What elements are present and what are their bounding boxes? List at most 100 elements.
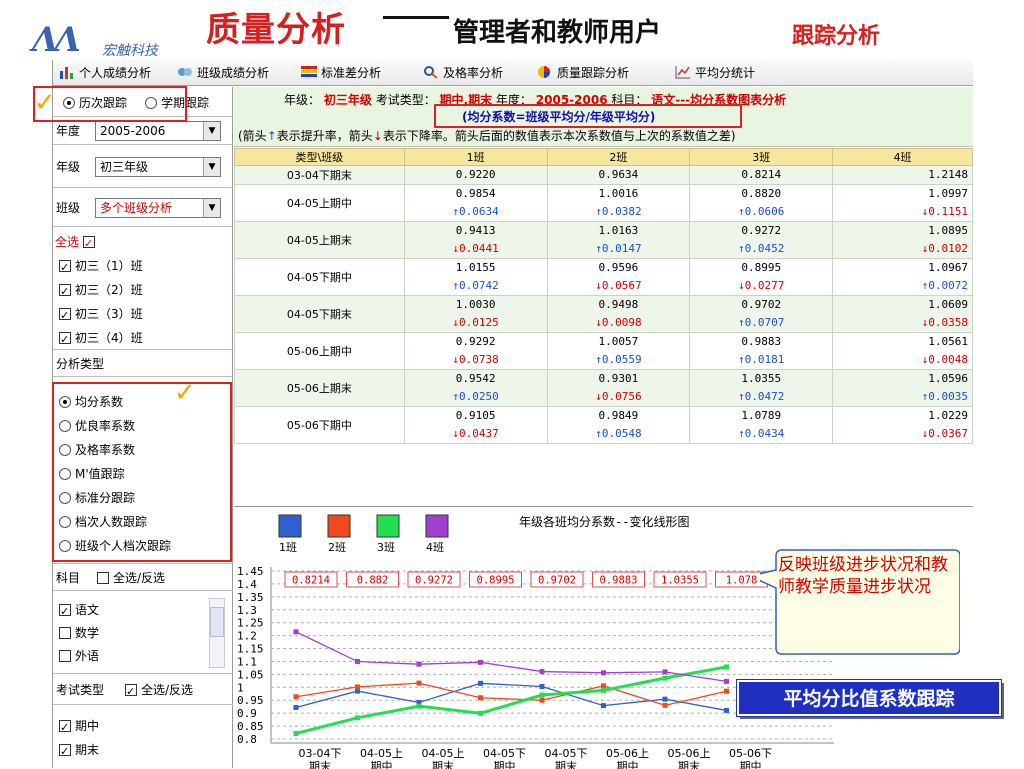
radio-term-track[interactable]: 学期跟踪 — [145, 93, 209, 113]
data-point — [416, 680, 422, 686]
radio-mean-coefficient[interactable]: 均分系数 — [59, 392, 123, 412]
year-select[interactable]: 2005-2006 ▼ — [95, 121, 221, 141]
table-row: 03-04下期末 0.9220 0.9634 0.8214 1.2148 — [234, 165, 973, 185]
legend-swatch — [376, 514, 400, 538]
subject-prefix: 科目： — [611, 93, 648, 107]
radio-standard-score[interactable]: 标准分跟踪 — [59, 488, 135, 508]
increase-value: ↑0.0559 — [595, 353, 642, 366]
grade-select[interactable]: 初三年级 ▼ — [95, 157, 221, 177]
data-point — [662, 669, 668, 675]
radio-pass-rate[interactable]: 及格率系数 — [59, 440, 135, 460]
checkmark-icon: ✓ — [174, 378, 196, 408]
class-checkbox-1[interactable]: 初三（1）班 — [59, 256, 143, 278]
analysis-type-radios: 均分系数 优良率系数 及格率系数 M'值跟踪 标准分跟踪 档次人数跟踪 班级个人… — [53, 378, 233, 564]
decrease-value: ↓0.0437 — [452, 427, 499, 440]
data-point — [601, 703, 606, 709]
data-point — [293, 629, 299, 635]
grade-value: 初三年级 — [100, 160, 149, 174]
table-cell: 0.9596 ↓0.0567 — [546, 258, 691, 296]
table-cell: 1.0229 ↓0.0367 — [832, 406, 973, 444]
class-checkbox-4[interactable]: 初三（4）班 — [59, 328, 143, 350]
coefficient-value: 0.9498 — [598, 298, 639, 311]
coefficient-value: 0.9301 — [598, 372, 639, 385]
slide-subtitle: 管理者和教师用户 — [453, 18, 662, 48]
checkbox — [59, 330, 71, 350]
group-icon — [177, 65, 193, 79]
table-cell: 0.9883 ↑0.0181 — [689, 332, 834, 370]
decrease-value: ↓0.0367 — [921, 427, 968, 440]
select-all-classes[interactable]: 全选 — [55, 232, 99, 254]
radio-dot — [63, 97, 75, 109]
subject-checkbox-chinese[interactable]: 语文 — [59, 600, 100, 622]
radio-class-individual-level[interactable]: 班级个人档次跟踪 — [59, 536, 171, 556]
data-point — [478, 695, 483, 701]
arrow-legend: (箭头↑表示提升率，箭头↓表示下降率。箭头后面的数值表示本次系数值与上次的系数值… — [238, 127, 736, 144]
radio-level-count[interactable]: 档次人数跟踪 — [59, 512, 147, 532]
exam-checkbox-final[interactable]: 期末 — [59, 740, 100, 762]
title-dash — [383, 16, 449, 19]
exam-prefix: 考试类型： — [375, 93, 436, 107]
tab-pass-rate[interactable]: 及格率分析 — [423, 64, 503, 82]
table-cell: 1.0355 ↑0.0472 — [689, 369, 834, 407]
subject-scrollbar[interactable] — [209, 598, 225, 668]
coefficient-value: 0.9854 — [455, 187, 496, 200]
class-checkbox-3[interactable]: 初三（3）班 — [59, 304, 143, 326]
radio-m-value[interactable]: M'值跟踪 — [59, 464, 125, 484]
exam-checkbox-midterm[interactable]: 期中 — [59, 716, 99, 738]
tab-label: 平均分统计 — [695, 66, 756, 80]
data-point — [539, 669, 545, 675]
radio-dot — [59, 444, 71, 456]
coefficient-value: 1.0057 — [598, 335, 639, 348]
checkbox-label: 期末 — [75, 743, 100, 757]
formula-text: (均分系数=班级平均分/年级平均分) — [462, 110, 656, 124]
coefficient-value: 0.9292 — [455, 335, 496, 348]
y-tick-label: 0.95 — [237, 694, 264, 707]
tab-class-score[interactable]: 班级成绩分析 — [177, 64, 269, 82]
tab-label: 及格率分析 — [443, 66, 504, 80]
radio-label: 班级个人档次跟踪 — [75, 539, 172, 553]
subject-toggle-all[interactable]: 全选/反选 — [97, 568, 165, 588]
subject-checkbox-math[interactable]: 数学 — [59, 623, 99, 643]
subject-label: 科目 — [56, 571, 81, 585]
checkbox — [125, 682, 137, 702]
x-tick-label: 05-06下 — [729, 747, 772, 760]
class-checkbox-2[interactable]: 初三（2）班 — [59, 280, 143, 302]
subject-checkbox-english[interactable]: 外语 — [59, 646, 99, 666]
exam-type-toggle-all[interactable]: 全选/反选 — [125, 680, 194, 702]
radio-excellent-rate[interactable]: 优良率系数 — [59, 416, 135, 436]
table-cell: 1.0561 ↓0.0048 — [832, 332, 973, 370]
checkbox — [59, 742, 71, 762]
y-tick-label: 1 — [237, 681, 244, 694]
x-tick-label: 04-05上 — [360, 747, 403, 760]
checkbox-label: 全选/反选 — [141, 683, 194, 697]
tab-average-stats[interactable]: 平均分统计 — [675, 64, 755, 82]
class-select[interactable]: 多个班级分析 ▼ — [95, 198, 221, 218]
chevron-down-icon: ▼ — [203, 122, 220, 140]
radio-dot — [145, 97, 157, 109]
checkbox-label: 语文 — [75, 603, 100, 617]
coefficient-value: 0.8214 — [741, 168, 782, 181]
increase-value: ↑0.0606 — [738, 205, 785, 218]
table-row: 04-05下期末 1.0030 ↓0.0125 0.9498 ↓0.0098 0.9702… — [234, 295, 973, 333]
radio-history-track[interactable]: 历次跟踪 — [63, 93, 127, 113]
y-tick-label: 1.35 — [237, 591, 264, 604]
table-cell: 0.8995 ↓0.0277 — [689, 258, 834, 296]
table-cell: 1.0163 ↑0.0147 — [546, 221, 691, 259]
tab-personal-score[interactable]: 个人成绩分析 — [59, 64, 151, 82]
tab-quality-track[interactable]: 质量跟踪分析 — [537, 64, 629, 82]
note-part: 表示下降率。箭头后面的数值表示本次系数值与上次的系数值之差) — [382, 129, 736, 143]
coefficient-value: 1.0789 — [741, 409, 782, 422]
tab-std-dev[interactable]: 标准差分析 — [301, 64, 381, 82]
coefficient-value: 1.2148 — [928, 168, 968, 181]
radio-dot — [59, 540, 71, 552]
increase-value: ↑0.0634 — [452, 205, 499, 218]
coefficient-value: 1.0997 — [928, 187, 968, 200]
magnifier-icon — [423, 65, 439, 79]
data-point — [662, 675, 668, 681]
exam-value: 期中,期末 — [439, 93, 493, 107]
year-value: 2005-2006 — [535, 93, 608, 107]
scroll-thumb[interactable] — [210, 607, 224, 637]
year-row: 年度 2005-2006 ▼ — [53, 118, 233, 145]
checkbox-label: 全选/反选 — [113, 571, 166, 585]
table-cell: 0.9854 ↑0.0634 — [403, 184, 548, 222]
